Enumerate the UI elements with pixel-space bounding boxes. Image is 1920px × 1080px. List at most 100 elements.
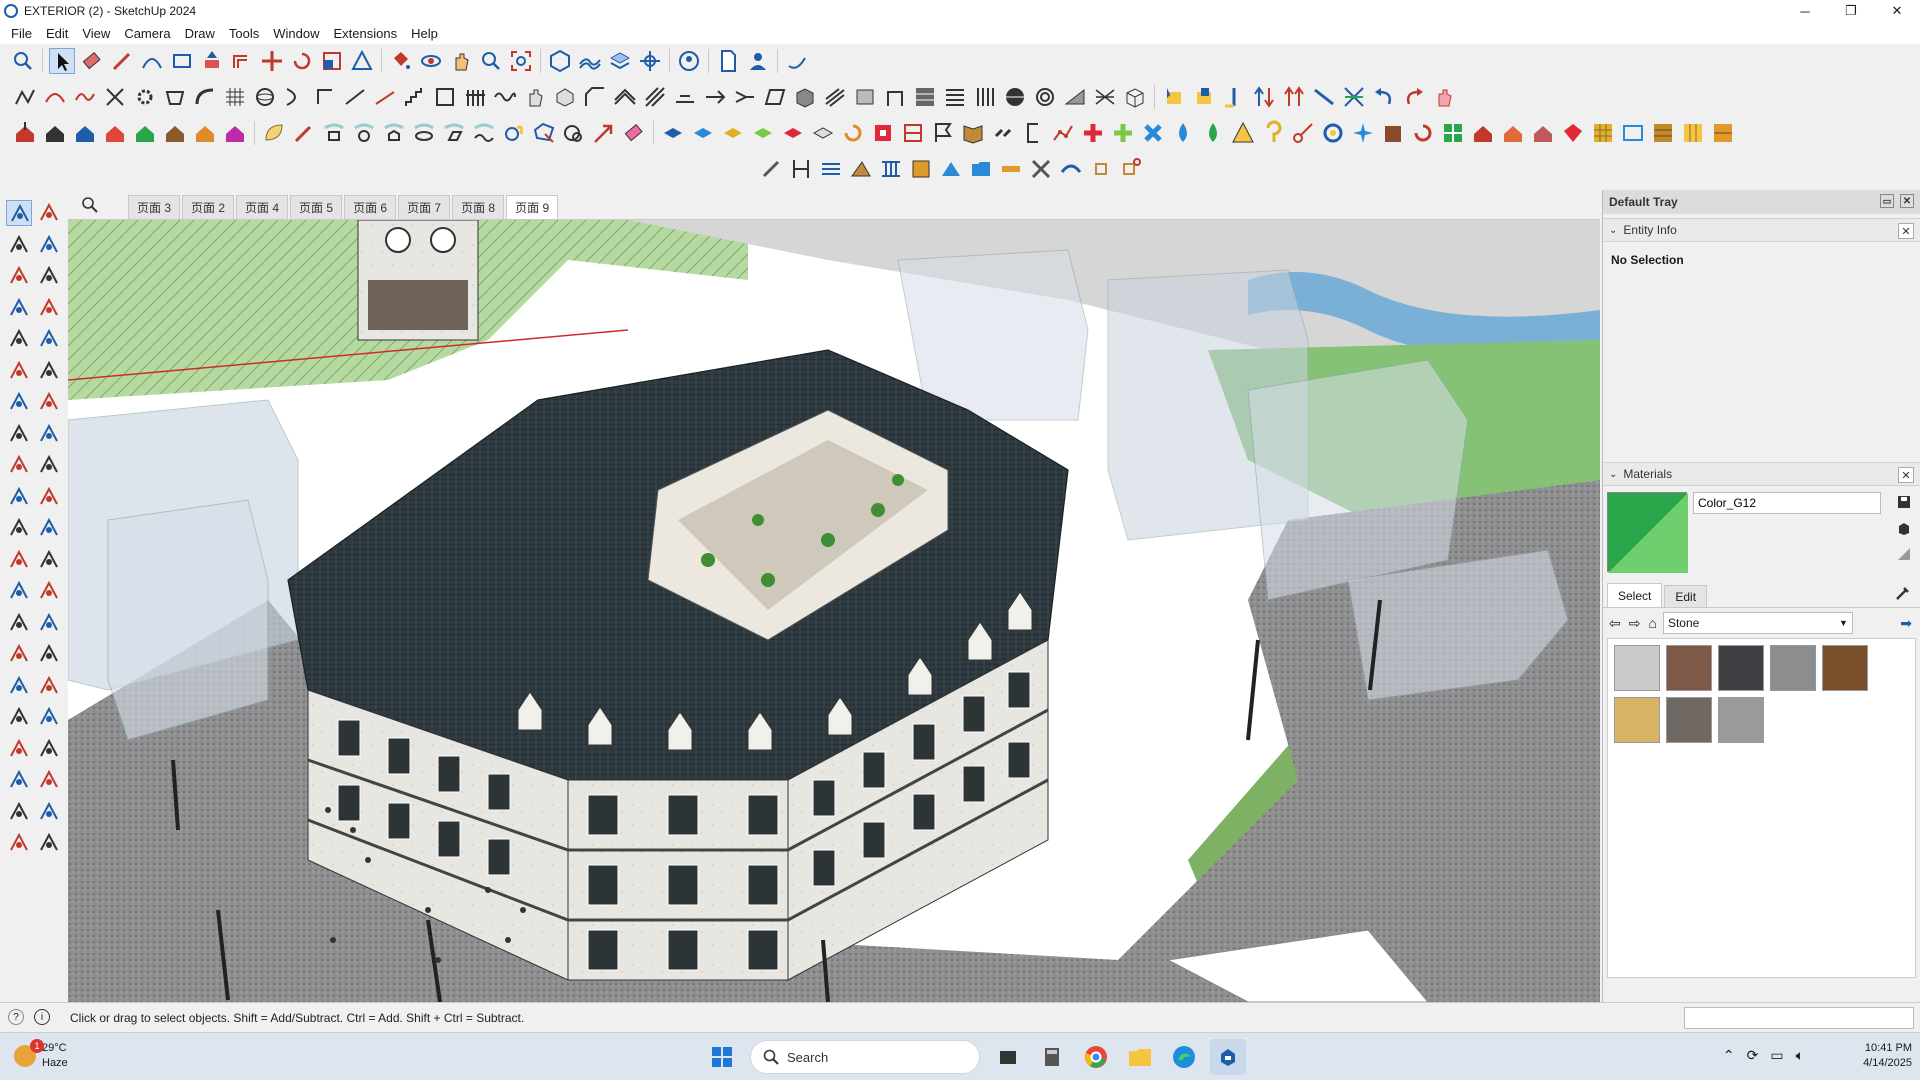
move-icon[interactable] — [259, 48, 285, 74]
protractor-icon[interactable] — [36, 547, 62, 573]
frame-icon[interactable] — [432, 84, 458, 110]
house-blue-icon[interactable] — [72, 120, 98, 146]
sweep-blue-icon[interactable] — [1058, 156, 1084, 182]
wall-icon[interactable] — [852, 84, 878, 110]
offset-icon[interactable] — [229, 48, 255, 74]
move-tool-icon[interactable] — [6, 452, 32, 478]
edge-icon[interactable] — [1166, 1039, 1202, 1075]
house-brown-icon[interactable] — [162, 120, 188, 146]
layers-tool-icon[interactable] — [6, 830, 32, 856]
house-down-icon[interactable] — [42, 120, 68, 146]
roof-icon[interactable] — [612, 84, 638, 110]
fence-icon[interactable] — [462, 84, 488, 110]
pie-icon[interactable] — [36, 389, 62, 415]
scene-tab[interactable]: 页面 6 — [344, 195, 397, 219]
menu-edit[interactable]: Edit — [39, 26, 75, 41]
new-file-icon[interactable] — [715, 48, 741, 74]
minimize-button[interactable]: ─ — [1782, 0, 1828, 22]
back-arrow-icon[interactable]: ⇦ — [1609, 615, 1621, 632]
hatch-icon[interactable] — [642, 84, 668, 110]
mesh-icon[interactable] — [1092, 84, 1118, 110]
menu-tools[interactable]: Tools — [222, 26, 266, 41]
skew-icon[interactable] — [762, 84, 788, 110]
arc-icon[interactable] — [139, 48, 165, 74]
column-icon[interactable] — [882, 84, 908, 110]
house-green-icon[interactable] — [132, 120, 158, 146]
chevron-up-icon[interactable]: ⌃ — [1723, 1047, 1735, 1064]
scale-icon[interactable] — [319, 48, 345, 74]
sweep-icon[interactable] — [818, 156, 844, 182]
model-viewport[interactable] — [68, 220, 1600, 1002]
rotate-icon[interactable] — [289, 48, 315, 74]
cut-icon[interactable] — [102, 84, 128, 110]
swirl-icon[interactable] — [1320, 120, 1346, 146]
stack-icon[interactable] — [822, 84, 848, 110]
polygon-icon[interactable] — [36, 358, 62, 384]
ramp-icon[interactable] — [1062, 84, 1088, 110]
arrow-house-3-icon[interactable] — [1530, 120, 1556, 146]
diamond-green-icon[interactable] — [750, 120, 776, 146]
wave-icon[interactable] — [492, 84, 518, 110]
diamond-red-icon[interactable] — [780, 120, 806, 146]
plus-red-icon[interactable] — [1080, 120, 1106, 146]
polyline-icon[interactable] — [12, 84, 38, 110]
twist-icon[interactable] — [282, 84, 308, 110]
entity-info-header[interactable]: ⌄ Entity Info ✕ — [1603, 218, 1920, 242]
eraser-pink-icon[interactable] — [36, 263, 62, 289]
three-point-arc-icon[interactable] — [36, 421, 62, 447]
look-around-icon[interactable] — [6, 767, 32, 793]
circle-tool-icon[interactable] — [6, 358, 32, 384]
volume-icon[interactable]: 🔈︎ — [1796, 1047, 1804, 1064]
window-red-icon[interactable] — [900, 120, 926, 146]
pencil-line-icon[interactable] — [109, 48, 135, 74]
undo-red-icon[interactable] — [1410, 120, 1436, 146]
diamond-yellow-icon[interactable] — [720, 120, 746, 146]
cube-wire-icon[interactable] — [1122, 84, 1148, 110]
file-explorer-icon[interactable] — [1122, 1039, 1158, 1075]
lasso-icon[interactable] — [501, 120, 527, 146]
curve-icon[interactable] — [42, 84, 68, 110]
paint-select-icon[interactable] — [1191, 84, 1217, 110]
plank-icon[interactable] — [998, 156, 1024, 182]
house-push-icon[interactable] — [12, 120, 38, 146]
tape-measure-icon[interactable] — [6, 547, 32, 573]
taskbar-clock[interactable]: 10:41 PM 4/14/2025 — [1863, 1041, 1912, 1071]
material-swatch-marble-white[interactable] — [1614, 645, 1660, 691]
warning-icon[interactable] — [1230, 120, 1256, 146]
freehand-icon[interactable] — [36, 295, 62, 321]
extension-warehouse-icon[interactable] — [36, 799, 62, 825]
undo-curve-icon[interactable] — [1371, 84, 1397, 110]
scene-tab-active[interactable]: 页面 9 — [506, 195, 559, 219]
material-swatch-granite-brown[interactable] — [1666, 645, 1712, 691]
hand-pink-icon[interactable] — [1431, 84, 1457, 110]
zoom-extents-icon[interactable] — [508, 48, 534, 74]
redo-curve-icon[interactable] — [1401, 84, 1427, 110]
sync-icon[interactable]: ⟳ — [1747, 1047, 1759, 1064]
x-blue-icon[interactable] — [1140, 120, 1166, 146]
plus-green-icon[interactable] — [1110, 120, 1136, 146]
cabinet-icon[interactable] — [908, 156, 934, 182]
tray-pin-icon[interactable]: ▭ — [1880, 194, 1894, 208]
louver-icon[interactable] — [942, 84, 968, 110]
material-swatch-granite-gray-brown[interactable] — [1666, 697, 1712, 743]
rotate-tool-icon[interactable] — [6, 484, 32, 510]
house-red-icon[interactable] — [102, 120, 128, 146]
tag-tool-icon[interactable] — [6, 263, 32, 289]
measurements-box[interactable] — [1684, 1007, 1914, 1029]
component-icon[interactable] — [547, 48, 573, 74]
taskbar-search[interactable]: Search — [750, 1040, 980, 1074]
shadows-icon[interactable] — [637, 48, 663, 74]
paint-bucket-icon[interactable] — [6, 232, 32, 258]
windows-start-icon[interactable] — [704, 1039, 740, 1075]
weather-widget[interactable]: 1 29°C Haze — [14, 1039, 68, 1071]
move-down-icon[interactable] — [1281, 84, 1307, 110]
wedge-icon[interactable] — [848, 156, 874, 182]
box-brown-icon[interactable] — [1380, 120, 1406, 146]
scale-tool-icon[interactable] — [6, 515, 32, 541]
chrome-icon[interactable] — [1078, 1039, 1114, 1075]
drop-icon[interactable] — [1170, 120, 1196, 146]
sandbox-tool-icon[interactable] — [36, 830, 62, 856]
arc-tool-icon[interactable] — [6, 389, 32, 415]
texture-icon[interactable] — [912, 84, 938, 110]
select-arrow-icon[interactable] — [49, 48, 75, 74]
